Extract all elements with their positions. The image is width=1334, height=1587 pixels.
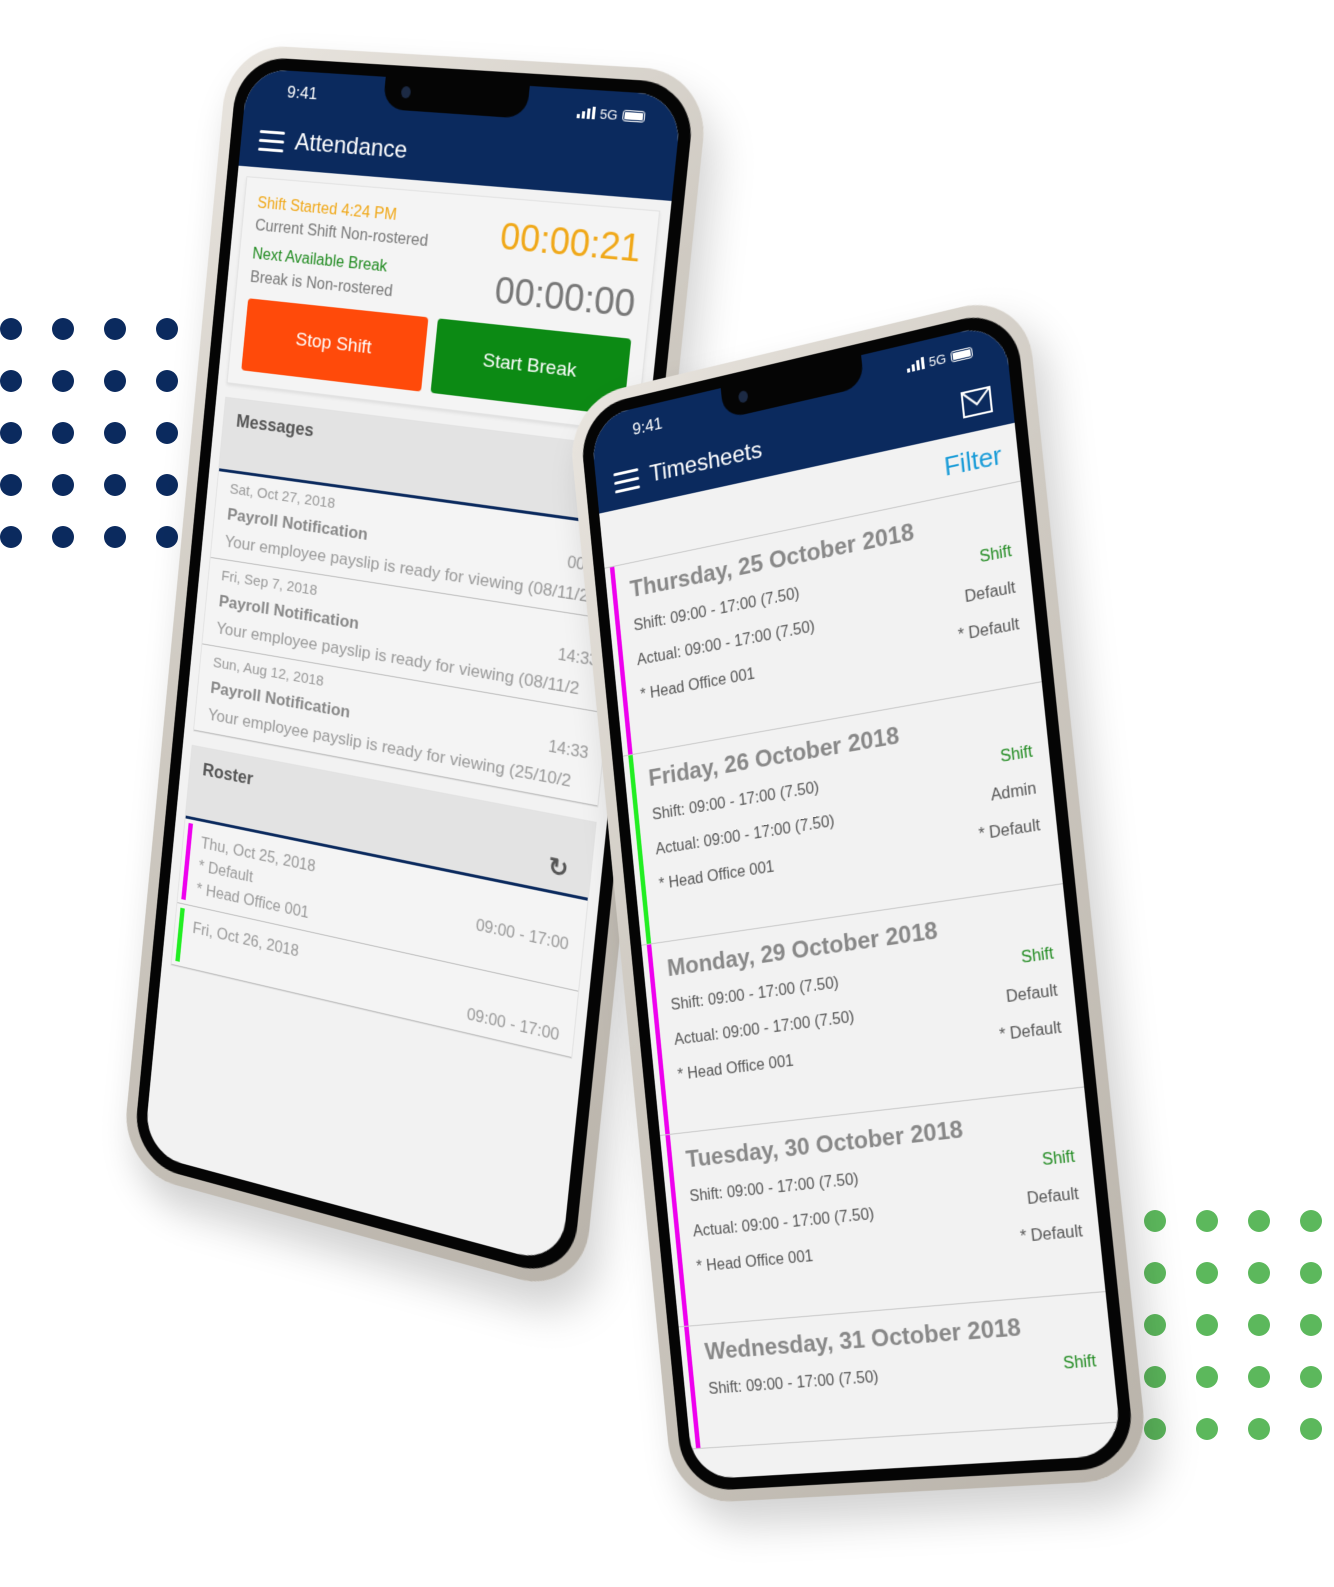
dot <box>0 370 22 392</box>
timesheet-details: Shift: 09:00 - 17:00 (7.50) <box>707 1360 881 1408</box>
dot <box>1300 1262 1322 1284</box>
dot <box>156 526 178 548</box>
shift-card: Shift Started 4:24 PM Current Shift Non-… <box>226 176 661 434</box>
timesheet-role: Default <box>1026 1185 1080 1209</box>
refresh-icon[interactable]: ↻ <box>545 852 571 884</box>
dot <box>156 422 178 444</box>
message-time: 14:33 <box>547 737 590 763</box>
dot <box>1248 1210 1270 1232</box>
timesheet-details: Shift: 09:00 - 17:00 (7.50) Actual: 09:00… <box>669 964 860 1094</box>
dot <box>104 474 126 496</box>
battery-icon <box>621 109 646 123</box>
dot <box>156 474 178 496</box>
timesheet-tags: Shift Admin * Default <box>969 734 1042 854</box>
filter-button[interactable]: Filter <box>943 439 1004 482</box>
dot <box>156 318 178 340</box>
messages-list: Sat, Oct 27, 2018Payroll Notification00:… <box>194 470 627 807</box>
timesheet-details: Shift: 09:00 - 17:00 (7.50) Actual: 09:00… <box>651 768 840 902</box>
dot <box>104 422 126 444</box>
timesheets-phone: 9:41 5G Timesheets Filter Thursday, 25 O… <box>566 291 1151 1505</box>
network-label: 5G <box>599 105 619 123</box>
dot <box>1144 1210 1166 1232</box>
dot <box>1248 1418 1270 1440</box>
page-title: Timesheets <box>648 436 764 488</box>
status-time: 9:41 <box>286 82 319 104</box>
timesheet-tags: Shift Default * Default <box>1011 1139 1085 1256</box>
timesheet-status-bar <box>684 1326 701 1449</box>
dot <box>1248 1262 1270 1284</box>
dot <box>52 370 74 392</box>
break-timer: 00:00:00 <box>493 268 638 325</box>
roster-role <box>190 943 192 960</box>
battery-icon <box>950 346 974 363</box>
timesheet-shift: Shift: 09:00 - 17:00 (7.50) <box>707 1368 880 1398</box>
dot <box>1196 1418 1218 1440</box>
status-time: 9:41 <box>631 413 664 439</box>
dot <box>1196 1366 1218 1388</box>
timesheet-type-tag: Shift <box>1041 1148 1076 1170</box>
dot <box>1300 1210 1322 1232</box>
dot <box>1196 1210 1218 1232</box>
timesheets-screen: 9:41 5G Timesheets Filter Thursday, 25 O… <box>589 321 1123 1480</box>
timesheet-tags: Shift Default * Default <box>949 534 1021 655</box>
dot <box>1144 1262 1166 1284</box>
timesheet-type-tag: Shift <box>1062 1352 1098 1373</box>
dot <box>156 370 178 392</box>
dot <box>52 526 74 548</box>
timesheet-details: Shift: 09:00 - 17:00 (7.50) Actual: 09:00… <box>688 1161 880 1286</box>
menu-icon[interactable] <box>613 467 641 494</box>
roster-status-bar <box>175 907 185 962</box>
menu-icon[interactable] <box>258 129 286 152</box>
dot <box>1248 1314 1270 1336</box>
mail-icon[interactable] <box>961 386 994 419</box>
stop-shift-button[interactable]: Stop Shift <box>241 297 429 392</box>
page-title: Attendance <box>293 128 409 165</box>
dot <box>1196 1314 1218 1336</box>
signal-icon <box>576 106 596 120</box>
dot <box>52 422 74 444</box>
dot <box>1300 1366 1322 1388</box>
timesheet-list: Thursday, 25 October 2018 Shift: 09:00 - … <box>604 481 1120 1450</box>
camera-icon <box>400 85 412 99</box>
shift-timer: 00:00:21 <box>498 215 643 271</box>
dot <box>0 474 22 496</box>
dot <box>0 422 22 444</box>
roster-status-bar <box>181 822 194 900</box>
timesheet-status-bar <box>665 1134 689 1326</box>
dot <box>0 318 22 340</box>
dot <box>52 318 74 340</box>
dot <box>1300 1418 1322 1440</box>
timesheet-tags: Shift Default * Default <box>990 936 1063 1055</box>
timesheet-group: * Default <box>1019 1222 1084 1247</box>
dot <box>1300 1314 1322 1336</box>
phone-bezel: 9:41 5G Timesheets Filter Thursday, 25 O… <box>578 306 1137 1493</box>
dot <box>1144 1418 1166 1440</box>
network-label: 5G <box>928 350 947 370</box>
dot <box>104 370 126 392</box>
timesheet-tags: Shift <box>1061 1343 1098 1383</box>
timesheet-group: * Default <box>998 1019 1063 1045</box>
signal-icon <box>906 356 925 373</box>
messages-section: Messages ↻ Sat, Oct 27, 2018Payroll Noti… <box>193 396 636 808</box>
timesheet-status-bar <box>609 566 633 755</box>
dot <box>0 526 22 548</box>
dot <box>1196 1262 1218 1284</box>
messages-heading: Messages <box>235 410 315 441</box>
dot <box>104 318 126 340</box>
timesheet-status-bar <box>646 944 670 1135</box>
roster-heading: Roster <box>201 759 255 789</box>
timesheet-status-bar <box>628 754 652 944</box>
dot <box>1248 1366 1270 1388</box>
dot <box>52 474 74 496</box>
dot <box>1144 1314 1166 1336</box>
dot <box>1144 1366 1166 1388</box>
dot <box>104 526 126 548</box>
camera-icon <box>738 389 749 404</box>
